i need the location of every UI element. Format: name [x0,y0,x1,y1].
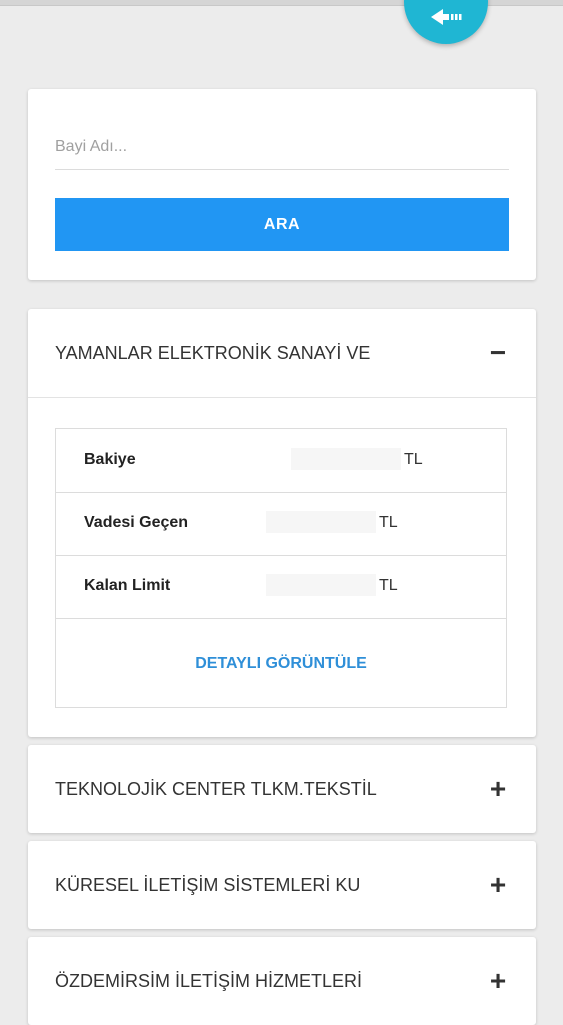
dealer-card: ÖZDEMİRSİM İLETİŞİM HİZMETLERİ + [28,937,536,1025]
remaining-limit-value-masked [266,574,376,596]
overdue-label: Vadesi Geçen [84,514,189,531]
search-card: ARA [28,89,536,280]
remaining-limit-label: Kalan Limit [84,577,171,594]
dealer-name: YAMANLAR ELEKTRONİK SANAYİ VE [55,342,371,363]
accordion-header[interactable]: ÖZDEMİRSİM İLETİŞİM HİZMETLERİ + [28,937,536,1025]
expand-icon[interactable]: + [488,869,508,901]
view-details-link[interactable]: DETAYLI GÖRÜNTÜLE [56,620,506,707]
expand-icon[interactable]: + [488,965,508,997]
dealer-card: KÜRESEL İLETİŞİM SİSTEMLERİ KU + [28,841,536,929]
balance-details: Bakiye TL Vadesi Geçen TL Kalan Limit TL… [55,428,507,708]
floating-action-button[interactable] [404,0,488,44]
dealer-card: TEKNOLOJİK CENTER TLKM.TEKSTİL + [28,745,536,833]
overdue-value-masked [266,511,376,533]
remaining-limit-row: Kalan Limit TL [56,555,506,619]
balance-value-masked [291,448,401,470]
dealer-card-expanded: YAMANLAR ELEKTRONİK SANAYİ VE − Bakiye T… [28,309,536,737]
balance-currency: TL [404,451,423,468]
dealer-name: ÖZDEMİRSİM İLETİŞİM HİZMETLERİ [55,970,363,991]
accordion-header[interactable]: KÜRESEL İLETİŞİM SİSTEMLERİ KU + [28,841,536,929]
dealer-name-field [55,125,509,170]
overdue-row: Vadesi Geçen TL [56,492,506,556]
balance-row: Bakiye TL [56,429,506,493]
accordion-header[interactable]: TEKNOLOJİK CENTER TLKM.TEKSTİL + [28,745,536,833]
overdue-currency: TL [379,514,398,531]
accordion-header[interactable]: YAMANLAR ELEKTRONİK SANAYİ VE − [28,309,536,398]
collapse-icon[interactable]: − [488,337,508,369]
balance-label: Bakiye [84,451,136,468]
back-arrow-icon [431,9,462,25]
search-button[interactable]: ARA [55,198,509,251]
remaining-limit-currency: TL [379,577,398,594]
dealer-name: KÜRESEL İLETİŞİM SİSTEMLERİ KU [55,874,361,895]
dealer-search-input[interactable] [55,125,509,169]
expand-icon[interactable]: + [488,773,508,805]
dealer-name: TEKNOLOJİK CENTER TLKM.TEKSTİL [55,778,377,799]
